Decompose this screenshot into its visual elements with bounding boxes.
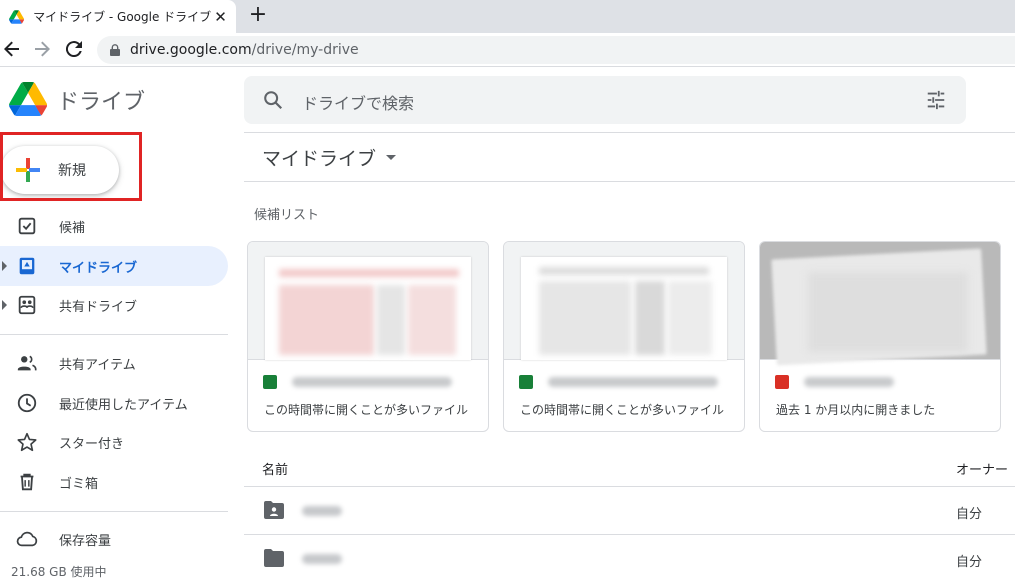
- file-name: [804, 377, 894, 387]
- browser-toolbar: drive.google.com/drive/my-drive: [0, 33, 1015, 67]
- search-icon[interactable]: [262, 89, 284, 111]
- trash-icon: [20, 473, 34, 491]
- new-tab-button[interactable]: +: [246, 4, 270, 28]
- sidebar-item-shared-with-me[interactable]: 共有アイテム: [0, 343, 228, 383]
- column-header-owner[interactable]: オーナー: [956, 459, 1008, 478]
- chevron-down-icon: [386, 155, 397, 160]
- storage-used-text: 21.68 GB 使用中: [11, 565, 107, 579]
- sidebar-divider: [0, 511, 228, 512]
- sheets-file-icon: [263, 375, 277, 389]
- table-row[interactable]: 自分: [244, 535, 1015, 583]
- sidebar-item-shared-drives[interactable]: 共有ドライブ: [0, 285, 228, 325]
- search-options-icon[interactable]: [925, 89, 947, 111]
- close-tab-icon[interactable]: ✕: [211, 7, 230, 27]
- url-path: /drive/my-drive: [251, 42, 359, 58]
- app-title[interactable]: ドライブ: [57, 84, 145, 116]
- suggested-file-card[interactable]: この時間帯に開くことが多いファイル: [247, 241, 489, 432]
- sidebar-item-label: スター付き: [59, 437, 125, 452]
- reload-icon[interactable]: [62, 37, 86, 61]
- url-host: drive.google.com: [130, 42, 252, 58]
- tab-title: マイドライブ - Google ドライブ: [33, 10, 212, 24]
- sheets-file-icon: [519, 375, 533, 389]
- lock-icon: [110, 44, 120, 56]
- forward-arrow-icon[interactable]: [30, 37, 54, 61]
- sidebar-item-label: 最近使用したアイテム: [59, 398, 188, 413]
- shared-drives-icon: [18, 295, 36, 315]
- expand-arrow-icon[interactable]: [2, 261, 7, 271]
- sidebar-item-label: ゴミ箱: [59, 477, 99, 492]
- recent-icon: [17, 393, 37, 413]
- card-reason: 過去 1 か月以内に開きました: [776, 403, 936, 417]
- breadcrumb-label: マイドライブ: [262, 148, 377, 170]
- star-icon: [17, 432, 37, 452]
- address-bar[interactable]: drive.google.com/drive/my-drive: [97, 36, 1015, 64]
- breadcrumb[interactable]: マイドライブ: [262, 144, 397, 171]
- header-divider: [244, 132, 1015, 133]
- sidebar-item-label: 共有アイテム: [59, 358, 136, 373]
- owner-cell: 自分: [956, 507, 983, 522]
- image-file-icon: [775, 375, 789, 389]
- sidebar-item-label: 候補: [59, 221, 86, 236]
- suggested-icon: [18, 217, 36, 235]
- sidebar-item-suggested[interactable]: 候補: [0, 206, 228, 246]
- file-thumbnail: [248, 242, 488, 360]
- table-row[interactable]: 自分: [244, 487, 1015, 535]
- back-arrow-icon[interactable]: [0, 37, 24, 61]
- card-reason: この時間帯に開くことが多いファイル: [264, 403, 469, 417]
- owner-cell: 自分: [956, 555, 983, 570]
- sidebar-item-starred[interactable]: スター付き: [0, 422, 228, 462]
- file-name: [302, 554, 342, 564]
- browser-tabstrip: マイドライブ - Google ドライブ ✕ +: [0, 0, 1015, 33]
- sidebar-item-trash[interactable]: ゴミ箱: [0, 462, 228, 502]
- shared-folder-icon: [264, 501, 284, 519]
- sidebar-divider: [0, 334, 228, 335]
- my-drive-icon: [19, 257, 35, 275]
- drive-logo-icon[interactable]: [9, 82, 47, 116]
- sidebar-item-my-drive[interactable]: マイドライブ: [0, 246, 228, 286]
- file-name: [548, 377, 718, 387]
- cloud-icon: [16, 531, 38, 547]
- breadcrumb-divider: [244, 181, 1015, 182]
- file-thumbnail: [760, 242, 1000, 366]
- file-name: [302, 506, 342, 516]
- suggested-file-card[interactable]: この時間帯に開くことが多いファイル: [503, 241, 745, 432]
- highlight-box: [0, 132, 142, 201]
- suggested-file-card[interactable]: 過去 1 か月以内に開きました: [759, 241, 1001, 432]
- card-reason: この時間帯に開くことが多いファイル: [520, 403, 725, 417]
- sidebar-item-label: 共有ドライブ: [59, 300, 138, 315]
- shared-with-me-icon: [17, 355, 37, 371]
- sidebar-item-storage[interactable]: 保存容量: [0, 519, 228, 559]
- drive-favicon-icon: [9, 9, 25, 24]
- suggested-section-title: 候補リスト: [254, 208, 320, 223]
- file-thumbnail: [504, 242, 744, 360]
- sidebar-item-label: マイドライブ: [59, 261, 138, 276]
- folder-icon: [264, 549, 284, 567]
- search-input[interactable]: ドライブで検索: [302, 90, 414, 114]
- search-bar[interactable]: ドライブで検索: [244, 76, 966, 124]
- sidebar-item-label: 保存容量: [59, 534, 112, 549]
- column-header-name[interactable]: 名前: [262, 459, 288, 478]
- file-name: [292, 377, 452, 387]
- browser-tab[interactable]: マイドライブ - Google ドライブ ✕: [0, 0, 236, 33]
- sidebar-item-recent[interactable]: 最近使用したアイテム: [0, 383, 228, 423]
- expand-arrow-icon[interactable]: [2, 300, 7, 310]
